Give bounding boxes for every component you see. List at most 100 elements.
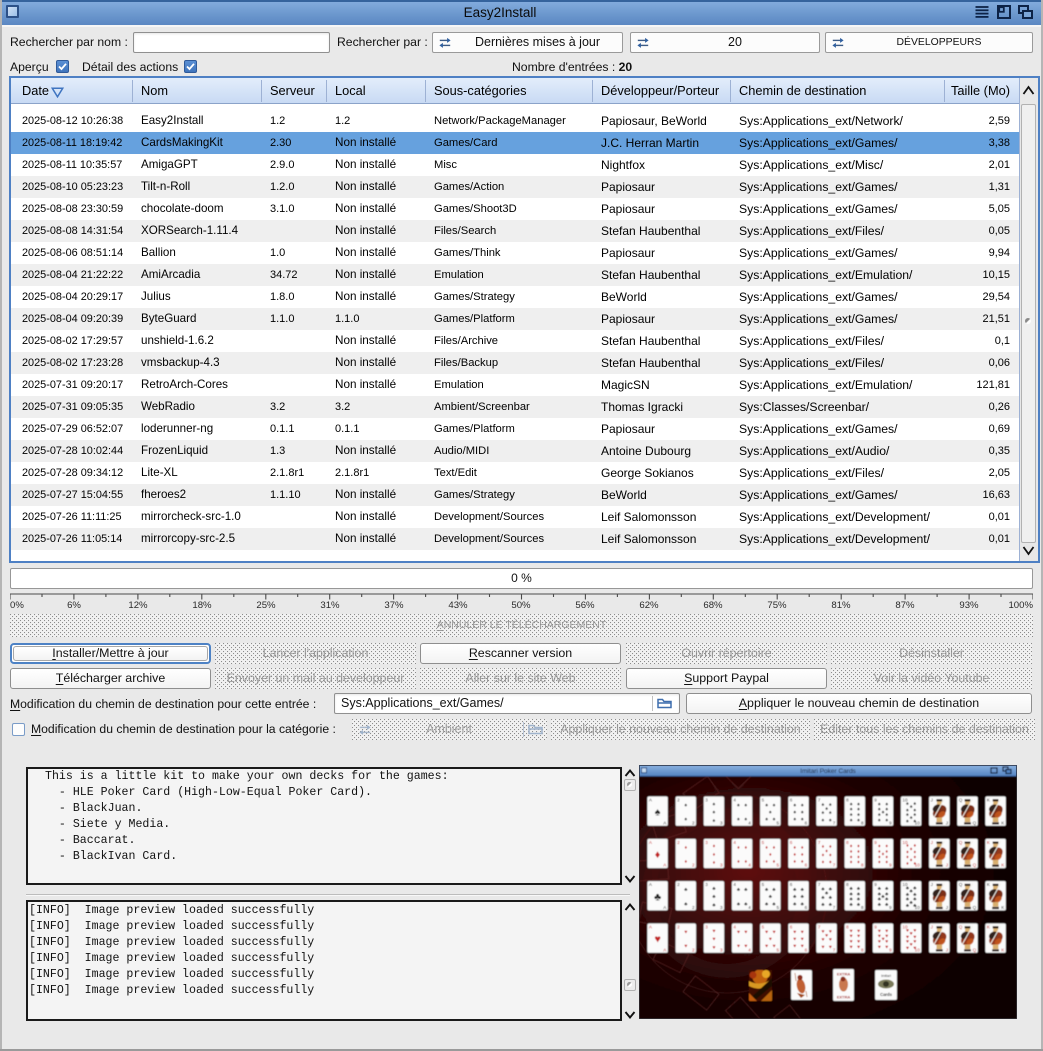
svg-text:EXTRA: EXTRA xyxy=(837,972,851,977)
svg-text:♠: ♠ xyxy=(655,807,661,819)
svg-text:♣: ♣ xyxy=(913,897,917,903)
svg-text:♠: ♠ xyxy=(737,803,740,809)
svg-text:♣: ♣ xyxy=(821,895,825,901)
svg-text:2: 2 xyxy=(692,947,695,952)
svg-text:♦: ♦ xyxy=(822,860,825,866)
svg-text:♦: ♦ xyxy=(769,852,772,858)
svg-text:♣: ♣ xyxy=(712,886,716,892)
svg-text:8: 8 xyxy=(861,947,864,952)
svg-text:♣: ♣ xyxy=(654,891,661,903)
svg-text:♥: ♥ xyxy=(772,944,775,950)
svg-text:♠: ♠ xyxy=(885,817,888,823)
svg-text:♥: ♥ xyxy=(850,944,853,950)
svg-text:5: 5 xyxy=(776,905,779,910)
svg-text:6: 6 xyxy=(805,947,808,952)
svg-text:4: 4 xyxy=(748,820,751,825)
svg-text:5: 5 xyxy=(776,820,779,825)
svg-text:J: J xyxy=(946,820,948,825)
svg-text:♦: ♦ xyxy=(773,859,776,865)
svg-text:♦: ♦ xyxy=(713,860,716,866)
svg-text:♠: ♠ xyxy=(713,810,716,816)
svg-text:♠: ♠ xyxy=(801,810,804,816)
svg-text:♦: ♦ xyxy=(744,859,747,865)
svg-text:8: 8 xyxy=(861,863,864,868)
svg-text:♠: ♠ xyxy=(910,815,913,821)
svg-text:Imitari: Imitari xyxy=(881,974,891,978)
svg-text:♥: ♥ xyxy=(913,946,916,952)
svg-text:♣: ♣ xyxy=(737,887,741,893)
svg-text:♦: ♦ xyxy=(765,859,768,865)
svg-text:♠: ♠ xyxy=(825,806,828,812)
svg-text:♣: ♣ xyxy=(878,902,882,908)
svg-text:6: 6 xyxy=(805,820,808,825)
svg-text:4: 4 xyxy=(733,840,736,845)
svg-text:8: 8 xyxy=(846,840,849,845)
svg-text:J: J xyxy=(946,863,948,868)
svg-text:♣: ♣ xyxy=(800,901,804,907)
svg-text:2: 2 xyxy=(677,798,680,803)
svg-text:♥: ♥ xyxy=(821,937,824,943)
svg-text:♠: ♠ xyxy=(906,819,909,825)
svg-text:♠: ♠ xyxy=(801,817,804,823)
svg-text:2: 2 xyxy=(692,863,695,868)
svg-text:♦: ♦ xyxy=(910,858,913,864)
svg-text:♣: ♣ xyxy=(772,887,776,893)
svg-text:♣: ♣ xyxy=(772,901,776,907)
svg-text:♠: ♠ xyxy=(713,818,716,824)
svg-text:♥: ♥ xyxy=(801,944,804,950)
svg-text:♦: ♦ xyxy=(906,861,909,867)
svg-text:♠: ♠ xyxy=(882,809,885,815)
svg-text:♥: ♥ xyxy=(793,944,796,950)
svg-text:♣: ♣ xyxy=(829,902,833,908)
svg-text:♥: ♥ xyxy=(910,942,913,948)
svg-text:♠: ♠ xyxy=(910,804,913,810)
svg-text:♦: ♦ xyxy=(737,845,740,851)
svg-text:3: 3 xyxy=(705,882,708,887)
svg-text:7: 7 xyxy=(833,947,836,952)
svg-text:♠: ♠ xyxy=(744,817,747,823)
svg-text:♦: ♦ xyxy=(829,853,832,859)
svg-text:5: 5 xyxy=(776,863,779,868)
svg-text:♣: ♣ xyxy=(684,901,688,907)
svg-text:♥: ♥ xyxy=(769,937,772,943)
svg-text:3: 3 xyxy=(720,905,723,910)
svg-text:♥: ♥ xyxy=(793,930,796,936)
svg-text:♠: ♠ xyxy=(793,803,796,809)
svg-text:♦: ♦ xyxy=(737,859,740,865)
svg-text:♥: ♥ xyxy=(737,930,740,936)
svg-text:♦: ♦ xyxy=(882,852,885,858)
svg-text:♣: ♣ xyxy=(885,902,889,908)
svg-text:♥: ♥ xyxy=(910,931,913,937)
svg-text:♥: ♥ xyxy=(829,944,832,950)
svg-text:♦: ♦ xyxy=(773,845,776,851)
svg-text:J: J xyxy=(931,925,933,930)
svg-text:2: 2 xyxy=(677,840,680,845)
svg-text:3: 3 xyxy=(720,820,723,825)
svg-text:3: 3 xyxy=(705,798,708,803)
svg-text:♠: ♠ xyxy=(684,817,687,823)
svg-text:J: J xyxy=(931,798,933,803)
svg-text:J: J xyxy=(946,905,948,910)
svg-text:9: 9 xyxy=(889,820,892,825)
svg-text:♦: ♦ xyxy=(857,860,860,866)
svg-text:♥: ♥ xyxy=(744,944,747,950)
svg-text:J: J xyxy=(931,882,933,887)
svg-text:♥: ♥ xyxy=(793,937,796,943)
svg-text:♠: ♠ xyxy=(793,810,796,816)
svg-text:♠: ♠ xyxy=(765,803,768,809)
svg-text:♠: ♠ xyxy=(822,802,825,808)
svg-text:Q: Q xyxy=(959,925,963,930)
svg-text:♥: ♥ xyxy=(906,928,909,934)
svg-text:♦: ♦ xyxy=(655,849,661,861)
svg-text:4: 4 xyxy=(748,863,751,868)
svg-text:♣: ♣ xyxy=(684,887,688,893)
svg-text:♠: ♠ xyxy=(906,801,909,807)
svg-text:♥: ♥ xyxy=(654,934,661,946)
svg-text:6: 6 xyxy=(805,905,808,910)
svg-text:♦: ♦ xyxy=(793,859,796,865)
svg-text:♦: ♦ xyxy=(822,853,825,859)
svg-text:8: 8 xyxy=(846,798,849,803)
svg-text:♣: ♣ xyxy=(857,902,861,908)
svg-text:J: J xyxy=(931,840,933,845)
svg-text:♣: ♣ xyxy=(744,901,748,907)
